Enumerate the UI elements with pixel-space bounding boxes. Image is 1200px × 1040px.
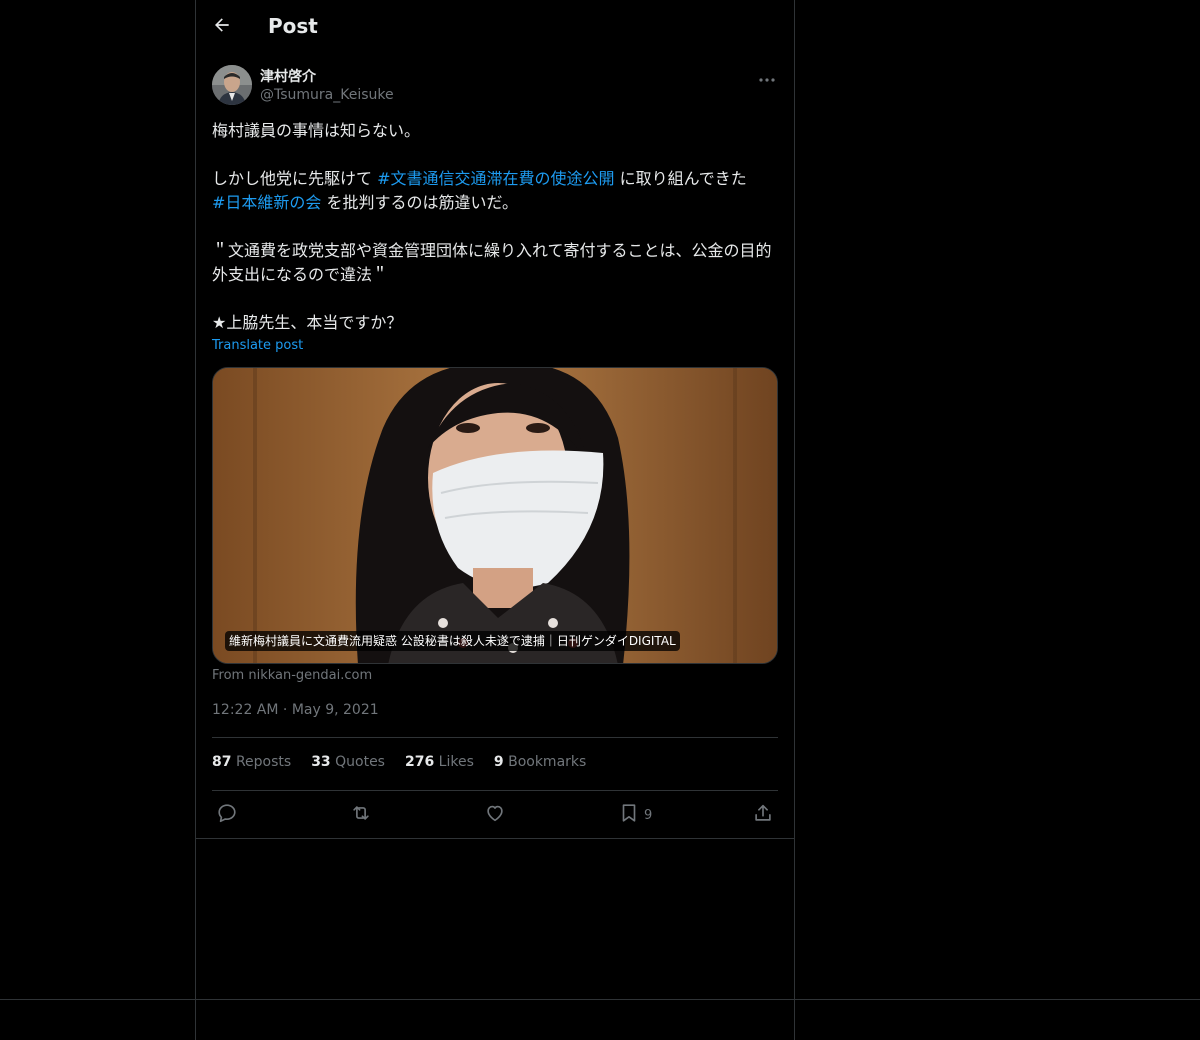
post-blank-line [212, 287, 778, 311]
post-date: May 9, 2021 [291, 702, 379, 718]
back-button[interactable] [208, 10, 236, 44]
post-body: 梅村議員の事情は知らない。 しかし他党に先駆けて #文書通信交通滞在費の使途公開… [212, 119, 778, 335]
post-line-3: #日本維新の会 を批判するのは筋違いだ。 [212, 191, 778, 215]
avatar[interactable] [212, 65, 252, 105]
like-button[interactable] [484, 800, 506, 830]
likes-label: Likes [438, 754, 474, 770]
post-blank-line [212, 143, 778, 167]
hashtag-link-ishin[interactable]: #日本維新の会 [212, 193, 321, 212]
bookmarks-count: 9 [493, 754, 504, 770]
more-dots-icon [759, 67, 775, 86]
reposts-label: Reposts [235, 754, 292, 770]
bottom-frame-border [0, 999, 1200, 1000]
author-name[interactable]: 津村啓介 [260, 66, 316, 86]
post-closing: ★上脇先生、本当ですか？ [212, 313, 403, 332]
stats-bottom-divider [212, 790, 778, 791]
reposts-stat[interactable]: 87 Reposts [212, 754, 291, 776]
bookmarks-label: Bookmarks [508, 754, 587, 770]
translate-post-link[interactable]: Translate post [212, 338, 303, 353]
post-line-1: 梅村議員の事情は知らない。 [212, 121, 421, 140]
post-line-3-suffix: を批判するのは筋違いだ。 [321, 193, 519, 212]
bookmark-count: 9 [644, 807, 653, 823]
timestamp-separator: · [282, 702, 288, 718]
author-handle[interactable]: @Tsumura_Keisuke [260, 87, 394, 103]
card-source[interactable]: From nikkan-gendai.com [212, 668, 372, 683]
reply-icon [216, 802, 238, 828]
bookmark-icon [618, 802, 640, 828]
post-time: 12:22 AM [212, 702, 279, 718]
post-line-2: しかし他党に先駆けて #文書通信交通滞在費の使途公開 に取り組んできた [212, 167, 778, 191]
share-icon [752, 802, 774, 828]
quotes-label: Quotes [335, 754, 385, 770]
post-blank-line [212, 215, 778, 239]
page-title: Post [268, 14, 318, 38]
quotes-stat[interactable]: 33 Quotes [311, 754, 385, 776]
share-button[interactable] [752, 800, 774, 830]
page-header: Post [196, 0, 794, 53]
post-author: 津村啓介 @Tsumura_Keisuke [212, 64, 778, 108]
reply-button[interactable] [216, 800, 238, 830]
post-timestamp[interactable]: 12:22 AM · May 9, 2021 [212, 702, 379, 718]
more-options-button[interactable] [756, 66, 778, 86]
card-image [213, 368, 777, 663]
stats-top-divider [212, 737, 778, 738]
likes-stat[interactable]: 276 Likes [405, 754, 474, 776]
hashtag-link-bunsuhi[interactable]: #文書通信交通滞在費の使途公開 [377, 169, 614, 188]
post-detail-column: Post 津村啓介 @Tsumura_Keisuke 梅村議員の事情は知らない。… [196, 0, 794, 999]
column-right-border [794, 0, 795, 1040]
bookmarks-stat[interactable]: 9 Bookmarks [494, 754, 586, 776]
card-caption: 維新梅村議員に文通費流用疑惑 公設秘書は殺人未遂で逮捕｜日刊ゲンダイDIGITA… [225, 631, 680, 651]
action-bar: 9 [212, 800, 778, 830]
link-card[interactable]: 維新梅村議員に文通費流用疑惑 公設秘書は殺人未遂で逮捕｜日刊ゲンダイDIGITA… [212, 367, 778, 664]
engagement-stats: 87 Reposts 33 Quotes 276 Likes 9 Bookmar… [212, 754, 586, 776]
quotes-count: 33 [311, 754, 331, 770]
heart-icon [484, 802, 506, 828]
post-line-2-suffix: に取り組んできた [614, 169, 747, 188]
reposts-count: 87 [212, 754, 232, 770]
post-quote: ＂文通費を政党支部や資金管理団体に繰り入れて寄付することは、公金の目的外支出にな… [212, 241, 772, 284]
likes-count: 276 [404, 754, 435, 770]
post-line-2-prefix: しかし他党に先駆けて [212, 169, 378, 188]
bookmark-button[interactable]: 9 [618, 800, 652, 830]
repost-icon [350, 802, 372, 828]
post-bottom-divider [196, 838, 794, 839]
arrow-left-icon [212, 15, 232, 39]
repost-button[interactable] [350, 800, 372, 830]
